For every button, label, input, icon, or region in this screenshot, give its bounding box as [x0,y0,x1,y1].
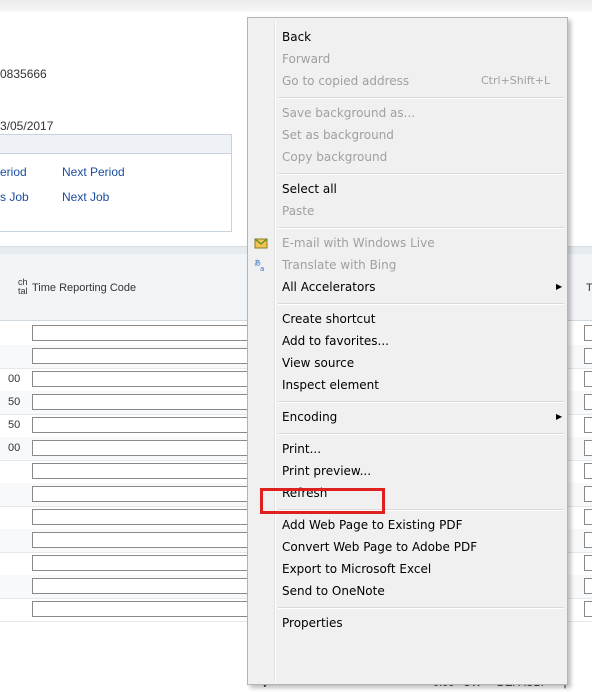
menu-item-e-mail-with-windows-live: E-mail with Windows Live [282,236,435,250]
submenu-arrow-icon: ▶ [556,412,563,421]
next-job-link[interactable]: Next Job [62,190,109,204]
time-reporting-code-header[interactable]: Time Reporting Code [32,282,136,294]
time-reporting-code-input[interactable] [32,463,274,479]
menu-item-translate-with-bing: Translate with Bing [282,258,397,272]
truncated-column-header: ch tal [18,277,28,296]
menu-item-convert-web-page-to-adobe-pdf[interactable]: Convert Web Page to Adobe PDF [282,538,477,556]
menu-item-add-to-favorites[interactable]: Add to favorites... [282,332,389,350]
truncated-right-column-header: T [586,282,592,294]
context-menu: Back Forward Go to copied address Ctrl+Shif… [247,17,568,685]
menu-separator [278,433,564,435]
menu-item-add-web-page-to-existing-pdf[interactable]: Add Web Page to Existing PDF [282,516,462,534]
time-reporting-code-input[interactable] [32,325,274,341]
row-right-input[interactable] [584,463,592,479]
menu-item-go-to-copied-address: Go to copied address [282,74,410,88]
row-right-input[interactable] [584,440,592,456]
menu-item-set-as-background: Set as background [282,128,394,142]
menu-item-inspect-element[interactable]: Inspect element [282,376,379,394]
time-reporting-code-input[interactable] [32,371,274,387]
menu-item-encoding[interactable]: Encoding [282,408,337,426]
row-right-input[interactable] [584,325,592,341]
menu-item-send-to-onenote[interactable]: Send to OneNote [282,582,385,600]
menu-item-back[interactable]: Back [282,28,311,46]
time-reporting-code-input[interactable] [32,486,274,502]
row-right-input[interactable] [584,371,592,387]
menu-separator [278,303,564,305]
bing-translate-icon: あa [254,258,268,273]
menu-item-properties[interactable]: Properties [282,614,343,632]
browser-top-strip [0,0,592,12]
row-quantity-value: 00 [8,373,21,385]
time-reporting-code-input[interactable] [32,509,274,525]
time-reporting-code-input[interactable] [32,601,274,617]
menu-separator [278,173,564,175]
menu-separator [278,607,564,609]
menu-item-forward: Forward [282,52,331,66]
menu-shortcut-text: Ctrl+Shift+L [481,74,551,87]
time-reporting-code-input[interactable] [32,578,274,594]
date-value: 3/05/2017 [0,119,54,133]
menu-separator [278,227,564,229]
row-right-input[interactable] [584,532,592,548]
row-right-input[interactable] [584,578,592,594]
menu-item-copy-background: Copy background [282,150,388,164]
print-preview-highlight-box [260,488,385,514]
menu-item-print-preview[interactable]: Print preview... [282,462,371,480]
row-right-input[interactable] [584,601,592,617]
menu-icon-gutter [274,20,276,682]
row-quantity-value: 50 [8,419,21,431]
row-right-input[interactable] [584,348,592,364]
previous-job-link[interactable]: s Job [0,190,29,204]
row-right-input[interactable] [584,509,592,525]
row-quantity-value: 50 [8,396,21,408]
menu-separator [278,401,564,403]
menu-item-print[interactable]: Print... [282,440,321,458]
time-reporting-code-input[interactable] [32,417,274,433]
row-right-input[interactable] [584,555,592,571]
row-quantity-value: 00 [8,442,21,454]
row-right-input[interactable] [584,394,592,410]
row-right-input[interactable] [584,486,592,502]
svg-text:a: a [260,265,264,272]
menu-item-save-background-as: Save background as... [282,106,416,120]
time-reporting-code-input[interactable] [32,394,274,410]
menu-separator [278,97,564,99]
time-reporting-code-input[interactable] [32,555,274,571]
menu-item-select-all[interactable]: Select all [282,180,337,198]
menu-item-view-source[interactable]: View source [282,354,354,372]
time-reporting-code-input[interactable] [32,532,274,548]
time-reporting-code-input[interactable] [32,348,274,364]
employee-id-value: 0835666 [0,67,47,81]
time-reporting-code-input[interactable] [32,440,274,456]
menu-item-export-to-microsoft-excel[interactable]: Export to Microsoft Excel [282,560,431,578]
previous-period-link[interactable]: eriod [0,165,27,179]
next-period-link[interactable]: Next Period [62,165,125,179]
menu-item-paste: Paste [282,204,315,218]
windows-live-mail-icon [254,236,268,250]
navigation-panel-header [0,135,231,154]
menu-item-all-accelerators[interactable]: All Accelerators [282,278,376,296]
navigation-panel [0,134,232,232]
menu-item-create-shortcut[interactable]: Create shortcut [282,310,375,328]
submenu-arrow-icon: ▶ [556,282,563,291]
row-right-input[interactable] [584,417,592,433]
